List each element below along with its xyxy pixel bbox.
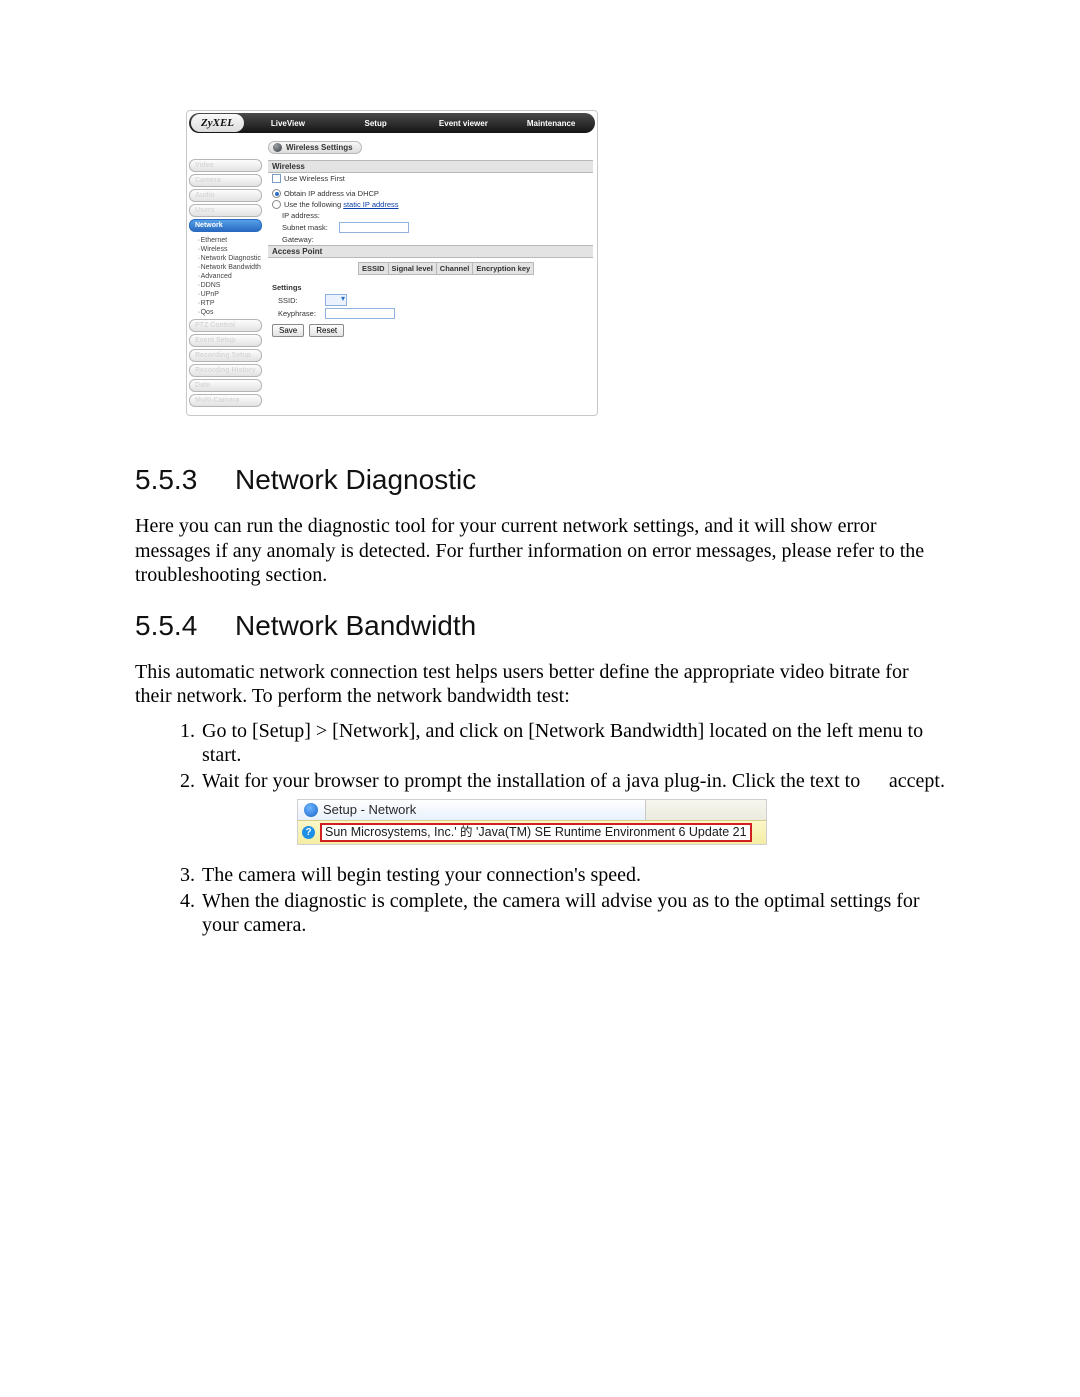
subnav-rtp[interactable]: RTP: [193, 299, 264, 308]
sidebar-item-users[interactable]: Users: [189, 204, 262, 217]
ap-col-channel: Channel: [436, 263, 473, 274]
sidebar-item-date[interactable]: Date: [189, 379, 262, 392]
browser-tab: Setup - Network: [298, 800, 646, 820]
subnav-advanced[interactable]: Advanced: [193, 272, 264, 281]
ssid-select[interactable]: [325, 294, 347, 306]
section-554-heading: 5.5.4 Network Bandwidth: [135, 610, 945, 642]
subnav-network-diagnostic[interactable]: Network Diagnostic: [193, 254, 264, 263]
section-553-heading: 5.5.3 Network Diagnostic: [135, 464, 945, 496]
globe-icon: [273, 143, 282, 152]
blank-tab-area: [646, 800, 766, 820]
sidebar-item-recsetup[interactable]: Recording Setup: [189, 349, 262, 362]
ip-dhcp-label: Obtain IP address via DHCP: [284, 189, 379, 198]
ap-col-enc: Encryption key: [472, 263, 533, 274]
ap-col-signal: Signal level: [388, 263, 436, 274]
java-install-message[interactable]: Sun Microsystems, Inc.' 的 'Java(TM) SE R…: [320, 823, 752, 842]
page-title: Wireless Settings: [286, 143, 353, 152]
keyphrase-input[interactable]: [325, 308, 395, 319]
section-554-title: Network Bandwidth: [235, 610, 476, 642]
subnav-ethernet[interactable]: Ethernet: [193, 236, 264, 245]
use-wireless-first-label: Use Wireless First: [284, 174, 345, 183]
globe-icon: [304, 803, 318, 817]
nav-maintenance[interactable]: Maintenance: [507, 119, 595, 128]
nav-liveview[interactable]: LiveView: [244, 119, 332, 128]
sidebar-item-camera[interactable]: Camera: [189, 174, 262, 187]
step-2: Wait for your browser to prompt the inst…: [200, 769, 945, 846]
subnet-mask-label: Subnet mask:: [282, 223, 336, 232]
static-ip-link[interactable]: static IP address: [343, 200, 398, 209]
sidebar-item-eventsetup[interactable]: Event Setup: [189, 334, 262, 347]
step-1: Go to [Setup] > [Network], and click on …: [200, 719, 945, 768]
section-wireless: Wireless: [268, 160, 593, 173]
main-panel: Wireless Settings Wireless Use Wireless …: [264, 135, 597, 415]
section-554-body: This automatic network connection test h…: [135, 660, 945, 709]
ip-static-radio[interactable]: [272, 200, 281, 209]
sidebar-item-audio[interactable]: Audio: [189, 189, 262, 202]
section-554-number: 5.5.4: [135, 610, 207, 642]
nav-setup[interactable]: Setup: [332, 119, 420, 128]
ssid-label: SSID:: [278, 296, 322, 305]
ap-col-essid: ESSID: [359, 263, 388, 274]
sidebar-item-network[interactable]: Network: [189, 219, 262, 232]
section-553-number: 5.5.3: [135, 464, 207, 496]
section-553-body: Here you can run the diagnostic tool for…: [135, 514, 945, 588]
section-settings: Settings: [272, 283, 302, 292]
step-4: When the diagnostic is complete, the cam…: [200, 889, 945, 938]
top-nav: ZyXEL LiveView Setup Event viewer Mainte…: [189, 113, 595, 133]
browser-tab-title: Setup - Network: [323, 802, 416, 818]
ip-dhcp-radio[interactable]: [272, 189, 281, 198]
section-553-title: Network Diagnostic: [235, 464, 476, 496]
gateway-label: Gateway:: [282, 235, 336, 244]
nav-eventviewer[interactable]: Event viewer: [420, 119, 508, 128]
subnav-wireless[interactable]: Wireless: [193, 245, 264, 254]
ip-static-label: Use the following static IP address: [284, 200, 399, 209]
sidebar-item-multicamera[interactable]: Multi-Camera: [189, 394, 262, 407]
subnet-mask-input[interactable]: [339, 222, 409, 233]
subnav-upnp[interactable]: UPnP: [193, 290, 264, 299]
section-access-point: Access Point: [268, 245, 593, 258]
help-icon: ?: [302, 826, 315, 839]
ap-table-header: ESSID Signal level Channel Encryption ke…: [358, 262, 534, 275]
sidebar-item-rechistory[interactable]: Recording History: [189, 364, 262, 377]
java-install-bar[interactable]: ? Sun Microsystems, Inc.' 的 'Java(TM) SE…: [298, 820, 766, 844]
ip-address-label: IP address:: [282, 211, 336, 220]
step-list: Go to [Setup] > [Network], and click on …: [135, 719, 945, 937]
java-prompt-screenshot: Setup - Network ? Sun Microsystems, Inc.…: [297, 799, 767, 845]
subnav-qos[interactable]: Qos: [193, 308, 264, 317]
subnav-network-bandwidth[interactable]: Network Bandwidth: [193, 263, 264, 272]
sidebar-subtree: Ethernet Wireless Network Diagnostic Net…: [187, 234, 264, 319]
zyxel-setup-screenshot: ZyXEL LiveView Setup Event viewer Mainte…: [186, 110, 598, 416]
use-wireless-first-checkbox[interactable]: [272, 174, 281, 183]
save-button[interactable]: Save: [272, 324, 304, 337]
brand-logo: ZyXEL: [191, 114, 244, 132]
page-title-pill: Wireless Settings: [268, 141, 362, 154]
subnav-ddns[interactable]: DDNS: [193, 281, 264, 290]
sidebar: Video Camera Audio Users Network Etherne…: [187, 135, 264, 415]
step-3: The camera will begin testing your conne…: [200, 863, 945, 887]
sidebar-item-ptz[interactable]: PTZ Control: [189, 319, 262, 332]
reset-button[interactable]: Reset: [309, 324, 344, 337]
keyphrase-label: Keyphrase:: [278, 309, 322, 318]
sidebar-item-video[interactable]: Video: [189, 159, 262, 172]
